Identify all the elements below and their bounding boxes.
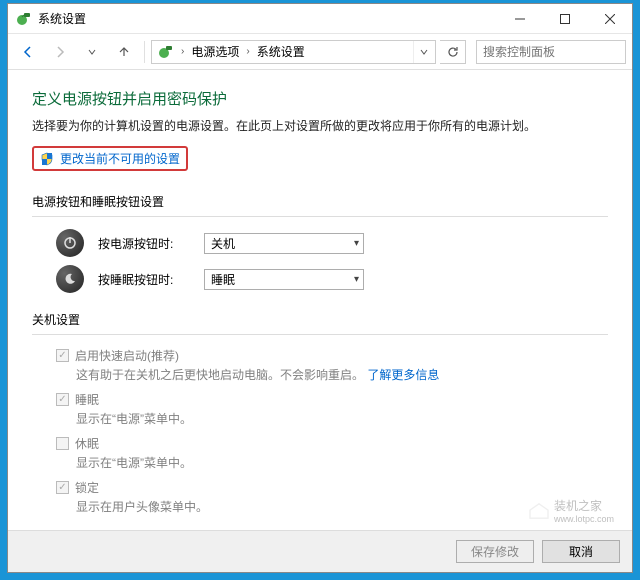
power-icon (56, 229, 84, 257)
fast-startup-block: ✓ 启用快速启动(推荐) 这有助于在关机之后更快地启动电脑。不会影响重启。 了解… (56, 347, 608, 383)
forward-button[interactable] (46, 38, 74, 66)
power-button-row: 按电源按钮时: 关机 ▾ (56, 229, 608, 257)
nav-separator (144, 41, 145, 63)
recent-dropdown[interactable] (78, 38, 106, 66)
window: 系统设置 › 电源选项 › 系统设置 定义电源按钮并启用密码保护 选择要为你的计… (7, 3, 633, 573)
minimize-button[interactable] (497, 4, 542, 33)
back-button[interactable] (14, 38, 42, 66)
page-subtitle: 选择要为你的计算机设置的电源设置。在此页上对设置所做的更改将应用于你所有的电源计… (32, 117, 608, 134)
fast-startup-row: ✓ 启用快速启动(推荐) (56, 347, 608, 364)
power-button-value: 关机 (211, 235, 235, 252)
fast-startup-label: 启用快速启动(推荐) (75, 347, 179, 364)
sleep-button-value: 睡眠 (211, 271, 235, 288)
chevron-down-icon: ▾ (354, 274, 359, 285)
section-buttons-title: 电源按钮和睡眠按钮设置 (32, 193, 608, 210)
up-button[interactable] (110, 38, 138, 66)
fast-startup-desc: 这有助于在关机之后更快地启动电脑。不会影响重启。 了解更多信息 (76, 366, 608, 383)
breadcrumb-item-1[interactable]: 电源选项 (187, 43, 243, 60)
save-button[interactable]: 保存修改 (456, 540, 534, 563)
divider (32, 216, 608, 217)
lock-checkbox[interactable]: ✓ (56, 481, 69, 494)
page-heading: 定义电源按钮并启用密码保护 (32, 88, 608, 109)
breadcrumb-item-2[interactable]: 系统设置 (253, 43, 309, 60)
change-unavailable-link-highlight: 更改当前不可用的设置 (32, 146, 188, 171)
titlebar: 系统设置 (8, 4, 632, 34)
shield-icon (40, 152, 54, 166)
change-unavailable-link[interactable]: 更改当前不可用的设置 (60, 150, 180, 167)
lock-desc: 显示在用户头像菜单中。 (76, 498, 608, 515)
fast-startup-checkbox[interactable]: ✓ (56, 349, 69, 362)
divider (32, 334, 608, 335)
maximize-button[interactable] (542, 4, 587, 33)
breadcrumb[interactable]: › 电源选项 › 系统设置 (151, 40, 436, 64)
breadcrumb-dropdown[interactable] (413, 41, 433, 63)
search-input[interactable] (476, 40, 626, 64)
lock-block: ✓ 锁定 显示在用户头像菜单中。 (56, 479, 608, 515)
chevron-right-icon: › (243, 46, 252, 57)
sleep-checkbox[interactable]: ✓ (56, 393, 69, 406)
sleep-block: ✓ 睡眠 显示在“电源”菜单中。 (56, 391, 608, 427)
hibernate-label: 休眠 (75, 435, 99, 452)
sleep-desc: 显示在“电源”菜单中。 (76, 410, 608, 427)
window-title: 系统设置 (38, 10, 86, 27)
lock-label: 锁定 (75, 479, 99, 496)
hibernate-desc: 显示在“电源”菜单中。 (76, 454, 608, 471)
power-button-label: 按电源按钮时: (98, 235, 190, 252)
chevron-right-icon: › (178, 46, 187, 57)
sleep-button-select[interactable]: 睡眠 ▾ (204, 269, 364, 290)
content: 定义电源按钮并启用密码保护 选择要为你的计算机设置的电源设置。在此页上对设置所做… (8, 70, 632, 530)
learn-more-link[interactable]: 了解更多信息 (367, 368, 439, 382)
chevron-down-icon: ▾ (354, 238, 359, 249)
power-button-select[interactable]: 关机 ▾ (204, 233, 364, 254)
breadcrumb-icon (158, 44, 174, 60)
navbar: › 电源选项 › 系统设置 (8, 34, 632, 70)
section-shutdown-title: 关机设置 (32, 311, 608, 328)
sleep-icon (56, 265, 84, 293)
refresh-button[interactable] (440, 40, 466, 64)
sleep-button-label: 按睡眠按钮时: (98, 271, 190, 288)
close-button[interactable] (587, 4, 632, 33)
app-icon (16, 11, 32, 27)
sleep-label: 睡眠 (75, 391, 99, 408)
hibernate-block: 休眠 显示在“电源”菜单中。 (56, 435, 608, 471)
footer: 保存修改 取消 (8, 530, 632, 572)
sleep-button-row: 按睡眠按钮时: 睡眠 ▾ (56, 265, 608, 293)
hibernate-checkbox[interactable] (56, 437, 69, 450)
cancel-button[interactable]: 取消 (542, 540, 620, 563)
